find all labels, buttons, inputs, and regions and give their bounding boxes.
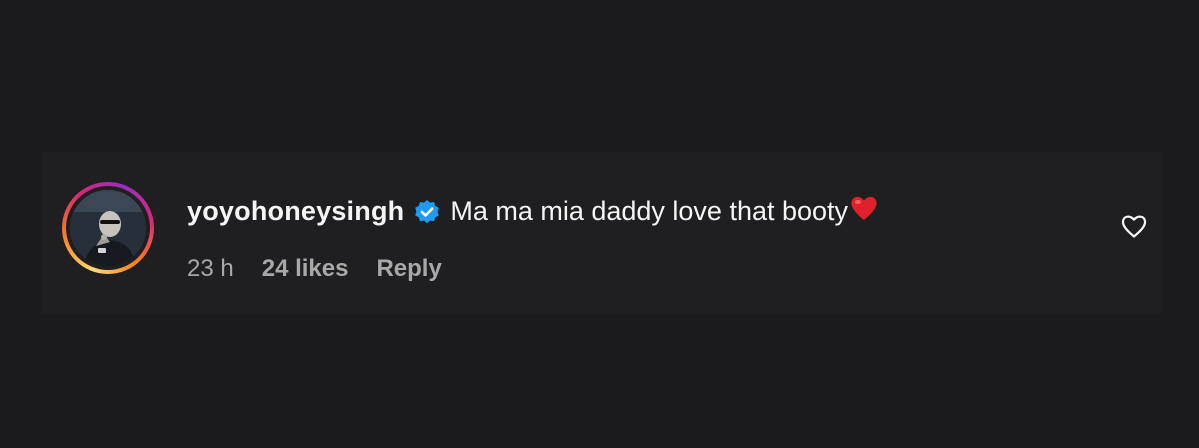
comment-meta: 23 h 24 likes Reply (187, 255, 442, 283)
comment-text: Ma ma mia daddy love that booty (450, 196, 849, 226)
avatar-story-ring[interactable] (62, 182, 154, 274)
reply-button[interactable]: Reply (376, 255, 441, 283)
comment-line: yoyohoneysingh Ma ma mia daddy love that… (187, 196, 879, 227)
likes-count-link[interactable]: 24 likes (262, 255, 349, 283)
timestamp: 23 h (187, 255, 234, 282)
avatar (70, 190, 146, 266)
avatar-person-icon (70, 190, 146, 266)
verified-badge-icon (414, 199, 440, 225)
red-heart-emoji-icon (849, 194, 879, 222)
comment-card: yoyohoneysingh Ma ma mia daddy love that… (42, 152, 1162, 314)
like-button[interactable] (1120, 213, 1148, 239)
heart-outline-icon (1121, 215, 1147, 238)
username-link[interactable]: yoyohoneysingh (187, 196, 404, 227)
